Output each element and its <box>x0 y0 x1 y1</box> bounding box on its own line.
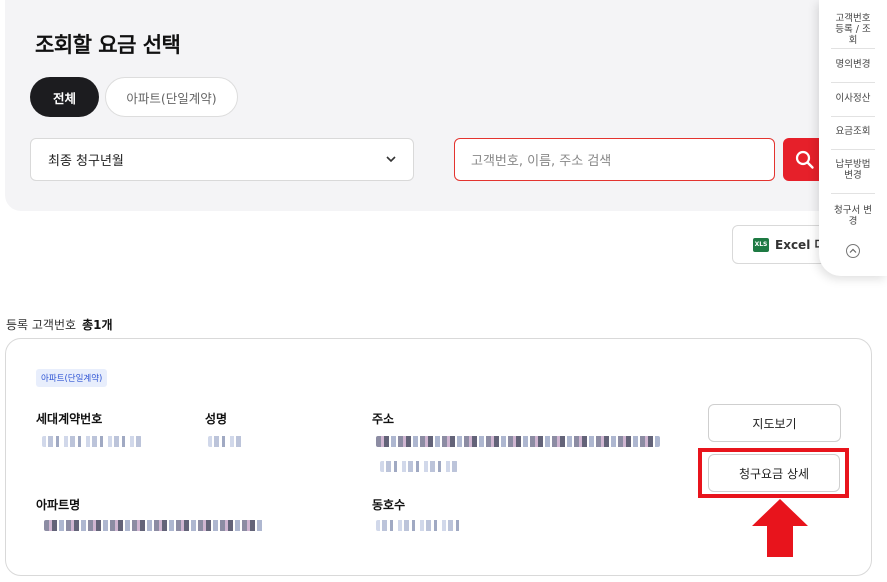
redacted-contract-no <box>42 436 142 447</box>
field-label-contract-no: 세대계약번호 <box>36 412 103 426</box>
quick-item-register[interactable]: 고객번호 등록 / 조회 <box>831 13 875 46</box>
result-count: 등록 고객번호 총1개 <box>6 316 113 333</box>
excel-icon: XLS <box>753 237 769 252</box>
period-select-value: 최종 청구년월 <box>48 154 124 169</box>
tab-all[interactable]: 전체 <box>30 77 99 117</box>
redacted-unit <box>376 520 464 531</box>
quick-item-payment-method[interactable]: 납부방법 변경 <box>831 159 875 181</box>
field-label-unit: 동호수 <box>372 498 406 512</box>
page-title: 조회할 요금 선택 <box>35 33 181 57</box>
search-icon <box>795 150 814 169</box>
period-select[interactable]: 최종 청구년월 <box>30 138 414 181</box>
quick-item-bill-inquiry[interactable]: 요금조회 <box>831 126 875 137</box>
quick-divider <box>831 116 875 117</box>
result-count-label: 등록 고객번호 <box>6 318 77 332</box>
excel-label: Excel 다 <box>775 238 826 252</box>
quick-divider <box>831 149 875 150</box>
quick-divider <box>831 82 875 83</box>
redacted-address-line1 <box>376 436 660 447</box>
map-view-button[interactable]: 지도보기 <box>708 404 841 442</box>
highlight-box <box>698 448 849 498</box>
field-label-address: 주소 <box>372 412 395 426</box>
quick-item-owner-change[interactable]: 명의변경 <box>831 59 875 70</box>
tab-apartment[interactable]: 아파트(단일계약) <box>105 77 238 117</box>
quick-divider <box>831 193 875 194</box>
arrow-up-icon <box>752 499 808 557</box>
quick-item-move-settle[interactable]: 이사정산 <box>831 93 875 104</box>
quick-divider <box>831 48 875 49</box>
quick-menu: 고객번호 등록 / 조회 명의변경 이사정산 요금조회 납부방법 변경 청구서 … <box>819 0 887 276</box>
result-count-value: 총1개 <box>82 318 113 332</box>
redacted-address-line2 <box>380 461 458 472</box>
search-placeholder: 고객번호, 이름, 주소 검색 <box>471 154 612 169</box>
chevron-down-icon <box>386 156 396 163</box>
page: 조회할 요금 선택 전체 아파트(단일계약) 최종 청구년월 고객번호, 이름,… <box>0 0 887 582</box>
contract-type-badge: 아파트(단일계약) <box>36 369 108 387</box>
scroll-top-button[interactable] <box>846 244 860 258</box>
redacted-apartment <box>44 520 264 531</box>
field-label-name: 성명 <box>205 412 228 426</box>
field-label-apartment: 아파트명 <box>36 498 81 512</box>
search-input[interactable]: 고객번호, 이름, 주소 검색 <box>454 138 775 181</box>
quick-item-bill-change[interactable]: 청구서 변경 <box>831 205 875 227</box>
redacted-name <box>208 436 244 447</box>
chevron-up-icon <box>849 248 857 253</box>
